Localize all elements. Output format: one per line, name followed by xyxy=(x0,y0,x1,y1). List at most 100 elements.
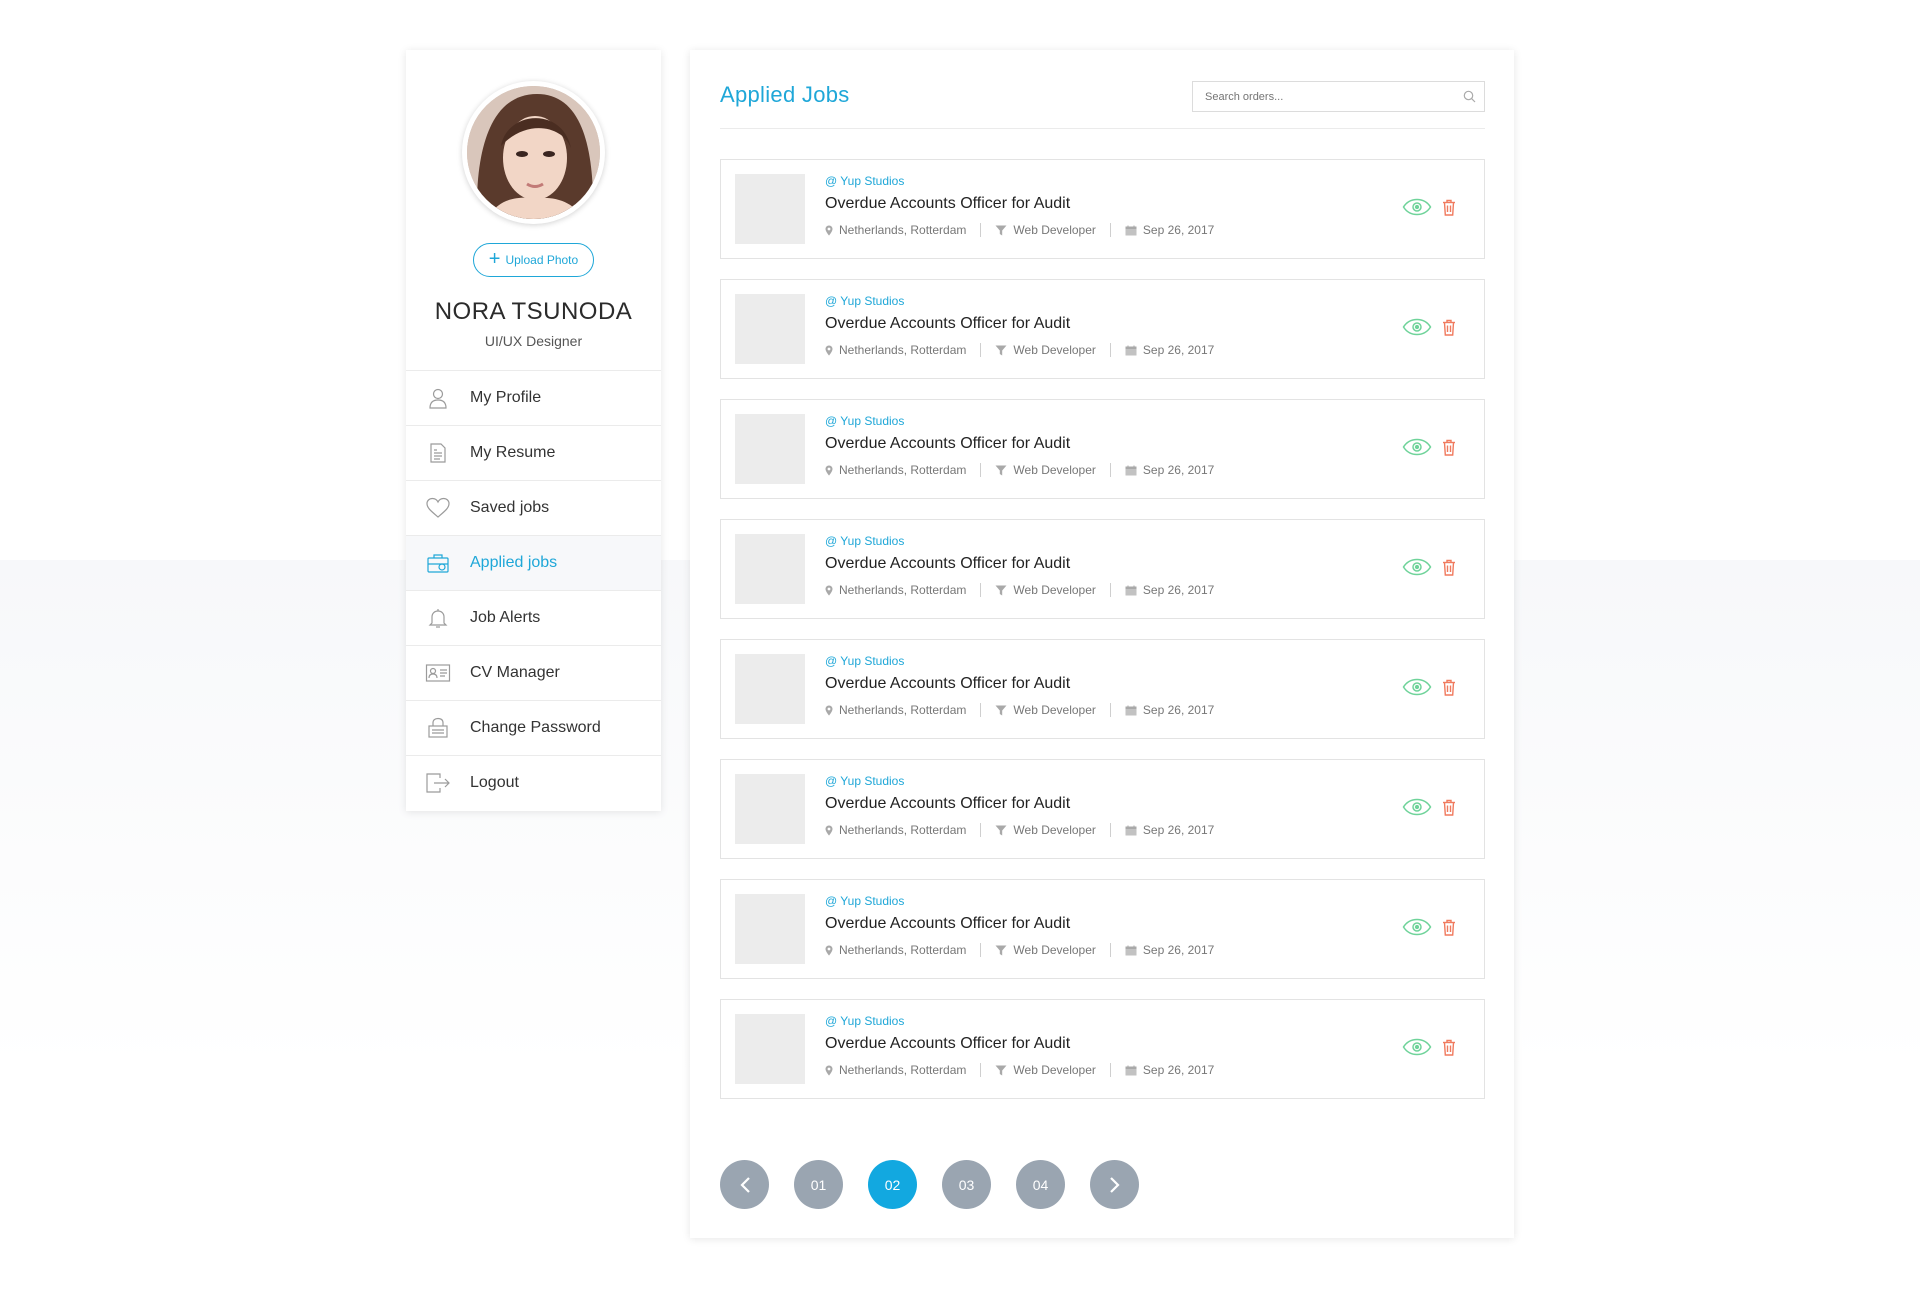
job-card: @ Yup Studios Overdue Accounts Officer f… xyxy=(720,759,1485,859)
logout-icon xyxy=(424,769,452,797)
view-eye-icon[interactable] xyxy=(1402,798,1432,816)
page-title: Applied Jobs xyxy=(720,82,850,107)
meta-divider xyxy=(1109,823,1111,837)
job-company[interactable]: @ Yup Studios xyxy=(825,1014,904,1028)
job-company[interactable]: @ Yup Studios xyxy=(825,294,904,308)
location-pin-icon xyxy=(825,705,833,715)
meta-divider xyxy=(1109,583,1111,597)
job-location: Netherlands, Rotterdam xyxy=(839,1063,967,1077)
heart-icon xyxy=(424,494,452,522)
page-button[interactable]: 03 xyxy=(942,1160,991,1209)
page-button[interactable]: 01 xyxy=(794,1160,843,1209)
sidebar-item-logout[interactable]: Logout xyxy=(406,756,661,810)
delete-trash-icon[interactable] xyxy=(1442,199,1456,216)
job-meta: Netherlands, Rotterdam Web Developer Sep… xyxy=(825,703,1214,717)
job-actions xyxy=(1402,318,1456,336)
job-date: Sep 26, 2017 xyxy=(1142,583,1215,597)
job-title[interactable]: Overdue Accounts Officer for Audit xyxy=(825,675,1070,693)
job-company[interactable]: @ Yup Studios xyxy=(825,174,904,188)
job-title[interactable]: Overdue Accounts Officer for Audit xyxy=(825,915,1070,933)
meta-divider xyxy=(980,823,982,837)
job-date: Sep 26, 2017 xyxy=(1142,343,1215,357)
page-button[interactable]: 04 xyxy=(1016,1160,1065,1209)
location-pin-icon xyxy=(825,585,833,595)
job-title[interactable]: Overdue Accounts Officer for Audit xyxy=(825,795,1070,813)
job-meta: Netherlands, Rotterdam Web Developer Sep… xyxy=(825,823,1214,837)
meta-divider xyxy=(980,463,982,477)
sidebar-item-change-password[interactable]: Change Password xyxy=(406,701,661,756)
delete-trash-icon[interactable] xyxy=(1442,559,1456,576)
title-divider xyxy=(720,128,1485,129)
calendar-icon xyxy=(1125,345,1137,355)
job-company[interactable]: @ Yup Studios xyxy=(825,654,904,668)
delete-trash-icon[interactable] xyxy=(1442,1039,1456,1056)
sidebar-item-my-profile[interactable]: My Profile xyxy=(406,371,661,426)
view-eye-icon[interactable] xyxy=(1402,678,1432,696)
view-eye-icon[interactable] xyxy=(1402,558,1432,576)
page-button-active[interactable]: 02 xyxy=(868,1160,917,1209)
job-title[interactable]: Overdue Accounts Officer for Audit xyxy=(825,195,1070,213)
job-company[interactable]: @ Yup Studios xyxy=(825,894,904,908)
sidebar-item-cv-manager[interactable]: CV Manager xyxy=(406,646,661,701)
sidebar-item-label: Logout xyxy=(470,774,519,791)
sidebar-item-label: Applied jobs xyxy=(470,554,558,571)
filter-icon xyxy=(995,1065,1007,1075)
view-eye-icon[interactable] xyxy=(1402,438,1432,456)
sidebar-item-my-resume[interactable]: My Resume xyxy=(406,426,661,481)
job-date: Sep 26, 2017 xyxy=(1142,943,1215,957)
company-logo xyxy=(735,414,805,484)
view-eye-icon[interactable] xyxy=(1402,198,1432,216)
sidebar-item-label: My Profile xyxy=(470,389,542,406)
calendar-icon xyxy=(1125,705,1137,715)
job-card: @ Yup Studios Overdue Accounts Officer f… xyxy=(720,879,1485,979)
avatar[interactable] xyxy=(467,86,600,219)
job-title[interactable]: Overdue Accounts Officer for Audit xyxy=(825,315,1070,333)
job-meta: Netherlands, Rotterdam Web Developer Sep… xyxy=(825,223,1214,237)
sidebar-item-saved-jobs[interactable]: Saved jobs xyxy=(406,481,661,536)
user-icon xyxy=(424,384,452,412)
view-eye-icon[interactable] xyxy=(1402,1038,1432,1056)
job-company[interactable]: @ Yup Studios xyxy=(825,774,904,788)
search-input[interactable] xyxy=(1193,82,1454,111)
job-location: Netherlands, Rotterdam xyxy=(839,463,967,477)
delete-trash-icon[interactable] xyxy=(1442,319,1456,336)
delete-trash-icon[interactable] xyxy=(1442,799,1456,816)
job-title[interactable]: Overdue Accounts Officer for Audit xyxy=(825,435,1070,453)
job-location: Netherlands, Rotterdam xyxy=(839,343,967,357)
sidebar-item-label: Saved jobs xyxy=(470,499,550,516)
job-meta: Netherlands, Rotterdam Web Developer Sep… xyxy=(825,1063,1214,1077)
meta-divider xyxy=(1109,1063,1111,1077)
job-title[interactable]: Overdue Accounts Officer for Audit xyxy=(825,1035,1070,1053)
resume-icon xyxy=(424,439,452,467)
chevron-right-icon xyxy=(1109,1176,1120,1193)
filter-icon xyxy=(995,465,1007,475)
company-logo xyxy=(735,654,805,724)
calendar-icon xyxy=(1125,465,1137,475)
upload-photo-button[interactable]: + Upload Photo xyxy=(473,243,594,277)
job-card: @ Yup Studios Overdue Accounts Officer f… xyxy=(720,519,1485,619)
job-date: Sep 26, 2017 xyxy=(1142,823,1215,837)
view-eye-icon[interactable] xyxy=(1402,918,1432,936)
search-box xyxy=(1192,81,1485,112)
search-icon[interactable] xyxy=(1454,90,1484,103)
plus-icon: + xyxy=(488,248,501,270)
company-logo xyxy=(735,894,805,964)
view-eye-icon[interactable] xyxy=(1402,318,1432,336)
sidebar-item-job-alerts[interactable]: Job Alerts xyxy=(406,591,661,646)
sidebar-item-applied-jobs[interactable]: Applied jobs xyxy=(406,536,661,591)
company-logo xyxy=(735,174,805,244)
location-pin-icon xyxy=(825,1065,833,1075)
job-actions xyxy=(1402,558,1456,576)
job-category: Web Developer xyxy=(1013,703,1096,717)
delete-trash-icon[interactable] xyxy=(1442,919,1456,936)
job-company[interactable]: @ Yup Studios xyxy=(825,534,904,548)
prev-page-button[interactable] xyxy=(720,1160,769,1209)
delete-trash-icon[interactable] xyxy=(1442,679,1456,696)
job-meta: Netherlands, Rotterdam Web Developer Sep… xyxy=(825,583,1214,597)
job-company[interactable]: @ Yup Studios xyxy=(825,414,904,428)
job-title[interactable]: Overdue Accounts Officer for Audit xyxy=(825,555,1070,573)
job-category: Web Developer xyxy=(1013,823,1096,837)
job-date: Sep 26, 2017 xyxy=(1142,463,1215,477)
delete-trash-icon[interactable] xyxy=(1442,439,1456,456)
next-page-button[interactable] xyxy=(1090,1160,1139,1209)
